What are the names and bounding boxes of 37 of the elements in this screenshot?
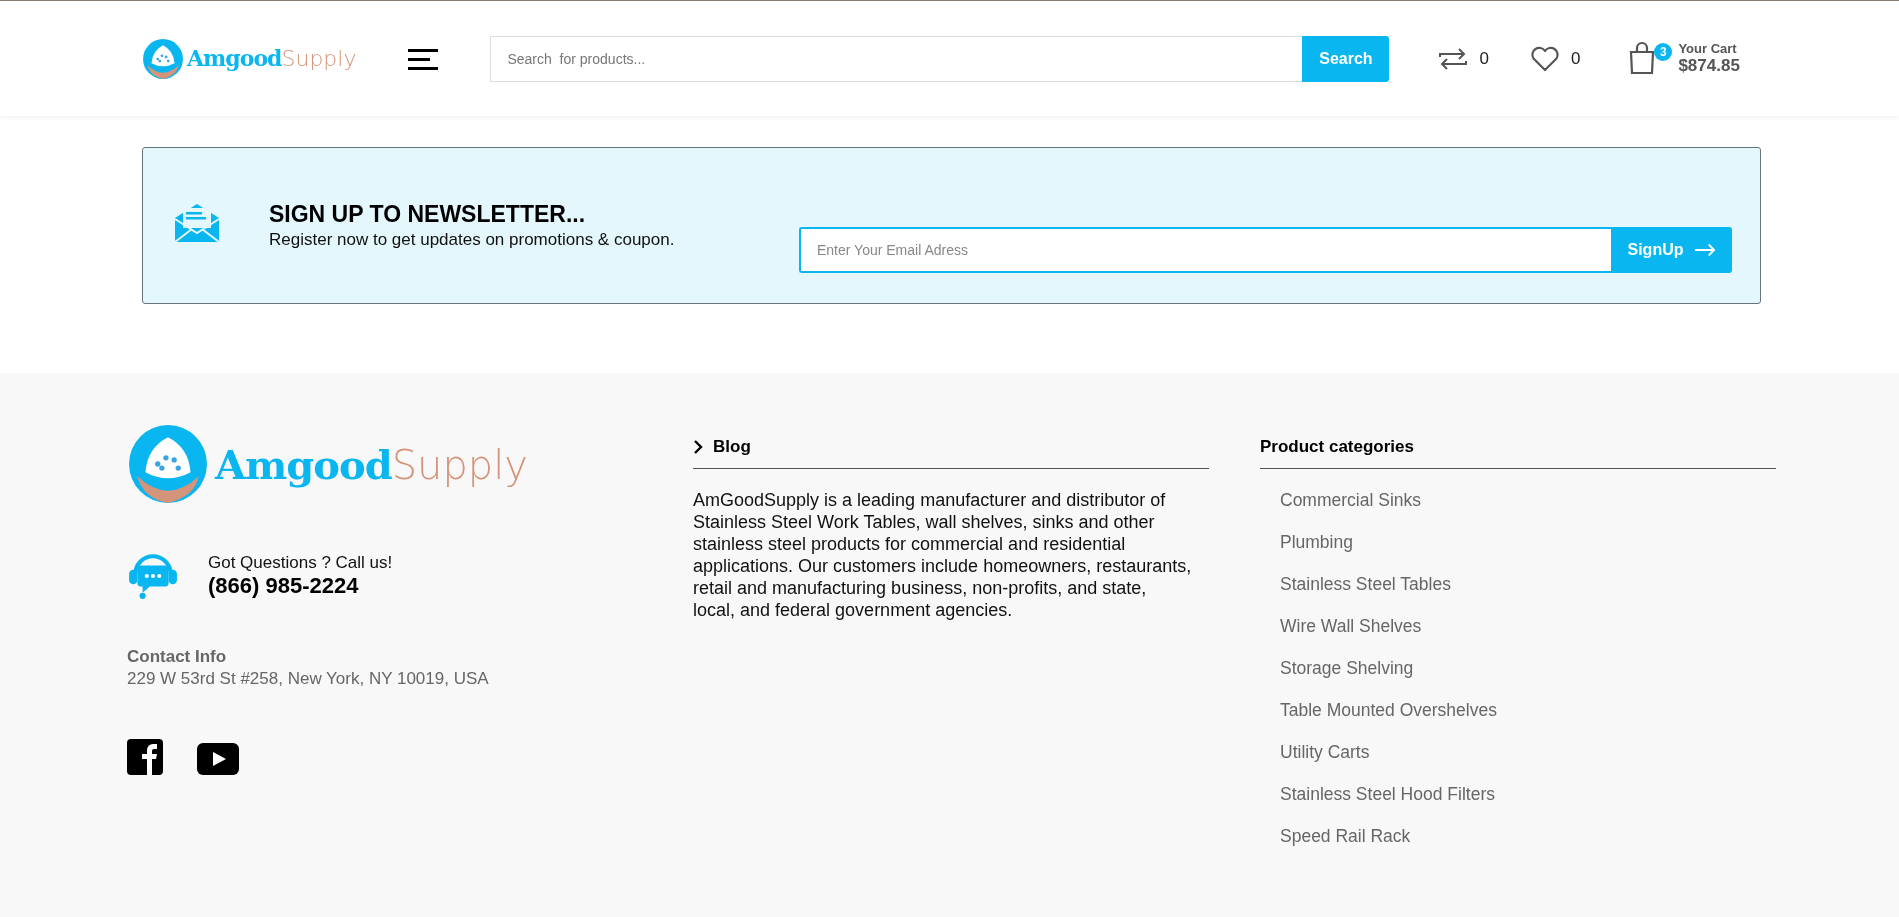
category-link[interactable]: Table Mounted Overshelves bbox=[1280, 700, 1776, 742]
newsletter-title: SIGN UP TO NEWSLETTER... bbox=[269, 201, 587, 228]
facebook-icon[interactable] bbox=[127, 739, 163, 775]
menu-icon[interactable] bbox=[408, 46, 439, 71]
category-link[interactable]: Speed Rail Rack bbox=[1280, 826, 1776, 868]
blog-text: AmGoodSupply is a leading manufacturer and distributor of Stainless Steel Work Tables, wall shelves, sinks and other stainless steel products for commercial and residential applications. Our customers include homeowners, restaurants, retail and manufacturing business, non-profits, and state, local, and federal government agencies. bbox=[693, 489, 1193, 621]
newsletter-subtitle: Register now to get updates on promotions & coupon. bbox=[269, 230, 676, 250]
heart-icon[interactable] bbox=[1528, 45, 1561, 72]
contact-title: Contact Info bbox=[127, 647, 228, 667]
blog-heading[interactable]: Blog bbox=[713, 437, 751, 457]
compare-icon[interactable] bbox=[1437, 45, 1470, 72]
cart-label: Your Cart bbox=[1678, 41, 1738, 56]
arrow-icon bbox=[1693, 242, 1716, 257]
chevron-icon bbox=[693, 439, 703, 455]
envelope-icon bbox=[173, 201, 221, 244]
category-link[interactable]: Plumbing bbox=[1280, 532, 1776, 574]
logo-icon bbox=[127, 423, 209, 505]
cart-badge: 3 bbox=[1654, 42, 1673, 61]
category-link[interactable]: Wire Wall Shelves bbox=[1280, 616, 1776, 658]
category-link[interactable]: Utility Carts bbox=[1280, 742, 1776, 784]
search-field[interactable]: Search for products... bbox=[490, 35, 1303, 82]
support-chat-icon bbox=[127, 553, 179, 599]
cart-total: $874.85 bbox=[1678, 56, 1740, 76]
category-link[interactable]: Stainless Steel Hood Filters bbox=[1280, 784, 1776, 826]
category-link[interactable]: Commercial Sinks bbox=[1280, 490, 1776, 532]
logo-icon bbox=[142, 37, 184, 80]
video-play-icon[interactable] bbox=[197, 743, 239, 775]
shopping-bag-icon[interactable] bbox=[1628, 40, 1657, 75]
compare-count: 0 bbox=[1479, 48, 1489, 69]
categories-heading: Product categories bbox=[1260, 437, 1414, 457]
email-field[interactable]: Enter Your Email Adress bbox=[799, 226, 1611, 273]
wishlist-count: 0 bbox=[1570, 48, 1581, 69]
call-prompt: Got Questions ? Call us! bbox=[208, 553, 393, 573]
address: 229 W 53rd St #258, New York, NY 10019, USA bbox=[127, 669, 490, 689]
category-link[interactable]: Stainless Steel Tables bbox=[1280, 574, 1776, 616]
phone-number[interactable]: (866) 985-2224 bbox=[208, 573, 393, 599]
category-link[interactable]: Storage Shelving bbox=[1280, 658, 1776, 700]
